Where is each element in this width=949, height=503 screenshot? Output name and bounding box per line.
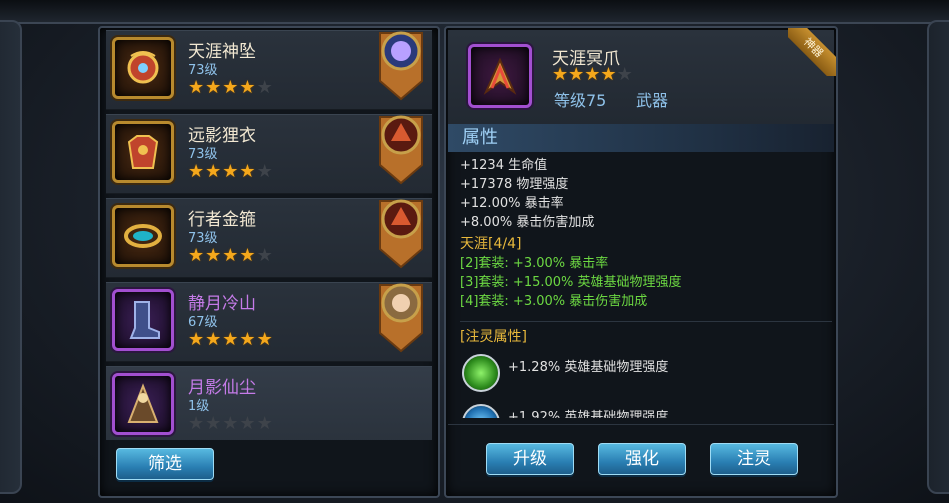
set-bonus-line: [4]套装: +3.00% 暴击伤害加成 (460, 294, 648, 309)
star-filled-icon: ★ (205, 77, 223, 98)
top-frame-edge (0, 0, 949, 24)
star-empty-icon: ★ (256, 77, 274, 98)
right-frame-bracket (927, 20, 949, 494)
attributes-section-title: 属性 (448, 124, 834, 152)
star-filled-icon: ★ (222, 245, 240, 266)
amulet-icon (112, 37, 174, 99)
equipment-list-item[interactable]: 静月冷山 67级 ★★★★★ (106, 282, 432, 362)
equipment-list-panel: 天涯神坠 73级 ★★★★★ 远影狸衣 73级 ★★★★★ 行者金箍 73级 ★… (98, 26, 440, 498)
item-star-rating: ★★★★★ (188, 329, 274, 350)
star-filled-icon: ★ (188, 161, 206, 182)
attribute-line: +12.00% 暴击率 (460, 196, 564, 211)
attributes-scroll-area[interactable]: +1234 生命值 +17378 物理强度 +12.00% 暴击率 +8.00% 暴击… (460, 156, 832, 418)
star-filled-icon: ★ (600, 64, 617, 85)
equipment-list-item[interactable]: 天涯神坠 73级 ★★★★★ (106, 30, 432, 110)
star-filled-icon: ★ (188, 329, 206, 350)
star-empty-icon: ★ (256, 161, 274, 182)
star-filled-icon: ★ (188, 245, 206, 266)
equipment-list-item[interactable]: 远影狸衣 73级 ★★★★★ (106, 114, 432, 194)
artifact-tag: 神器 (788, 28, 836, 76)
star-filled-icon: ★ (239, 161, 257, 182)
star-filled-icon: ★ (205, 161, 223, 182)
star-filled-icon: ★ (239, 245, 257, 266)
star-empty-icon: ★ (239, 413, 257, 434)
detail-header: 天涯冥爪 ★★★★★ 等级75 武器 神器 (448, 28, 836, 124)
star-empty-icon: ★ (188, 413, 206, 434)
star-filled-icon: ★ (239, 77, 257, 98)
set-bonus-line: [3]套装: +15.00% 英雄基础物理强度 (460, 275, 682, 290)
star-filled-icon: ★ (256, 329, 274, 350)
star-filled-icon: ★ (205, 245, 223, 266)
set-title: 天涯[4/4] (460, 236, 522, 252)
enhance-button[interactable]: 强化 (598, 443, 686, 475)
detail-star-rating: ★★★★★ (552, 64, 633, 85)
item-level: 67级 (188, 315, 218, 330)
star-filled-icon: ★ (584, 64, 601, 85)
detail-level: 等级75 (554, 91, 607, 110)
item-level: 73级 (188, 231, 218, 246)
star-empty-icon: ★ (205, 413, 223, 434)
hero-blonde-icon (379, 283, 423, 353)
hero-red-warrior-icon (379, 199, 423, 269)
star-filled-icon: ★ (239, 329, 257, 350)
item-star-rating: ★★★★★ (188, 413, 274, 434)
spirit-section-title: [注灵属性] (460, 321, 832, 348)
spirit-row: +1.28% 英雄基础物理强度 (460, 352, 832, 398)
hero-purple-spirit-icon (379, 31, 423, 101)
star-empty-icon: ★ (616, 64, 633, 85)
attribute-line: +8.00% 暴击伤害加成 (460, 215, 595, 230)
star-filled-icon: ★ (188, 77, 206, 98)
filter-button[interactable]: 筛选 (116, 448, 214, 480)
spirit-list: +1.28% 英雄基础物理强度 +1.92% 英雄基础物理强度 +0.50% 技… (460, 352, 832, 418)
attribute-line: +1234 生命值 (460, 158, 548, 173)
star-filled-icon: ★ (222, 77, 240, 98)
item-level: 1级 (188, 399, 210, 414)
upgrade-button[interactable]: 升级 (486, 443, 574, 475)
equipment-list[interactable]: 天涯神坠 73级 ★★★★★ 远影狸衣 73级 ★★★★★ 行者金箍 73级 ★… (106, 30, 432, 440)
ring-icon (112, 205, 174, 267)
star-filled-icon: ★ (568, 64, 585, 85)
spirit-orb-icon (462, 354, 500, 392)
spirit-orb-icon (462, 404, 500, 418)
action-bar: 升级 强化 注灵 (448, 424, 834, 495)
item-level: 73级 (188, 63, 218, 78)
claw-weapon-icon (468, 44, 532, 108)
infuse-button[interactable]: 注灵 (710, 443, 798, 475)
equipment-list-item[interactable]: 行者金箍 73级 ★★★★★ (106, 198, 432, 278)
star-filled-icon: ★ (205, 329, 223, 350)
star-filled-icon: ★ (222, 161, 240, 182)
hero-red-warrior-icon (379, 115, 423, 185)
boots-icon (112, 289, 174, 351)
star-empty-icon: ★ (222, 413, 240, 434)
detail-type: 武器 (636, 91, 669, 110)
star-filled-icon: ★ (552, 64, 569, 85)
attribute-list: +1234 生命值 +17378 物理强度 +12.00% 暴击率 +8.00% 暴击… (460, 156, 832, 232)
spirit-text: +1.28% 英雄基础物理强度 (508, 360, 669, 375)
cloak-icon (112, 373, 174, 435)
spirit-text: +1.92% 英雄基础物理强度 (508, 410, 669, 418)
equipment-detail-panel: 天涯冥爪 ★★★★★ 等级75 武器 神器 属性 +1234 生命值 +17378… (444, 26, 838, 498)
item-star-rating: ★★★★★ (188, 245, 274, 266)
armor-icon (112, 121, 174, 183)
left-frame-bracket (0, 20, 22, 494)
set-bonus-line: [2]套装: +3.00% 暴击率 (460, 256, 609, 271)
attribute-line: +17378 物理强度 (460, 177, 569, 192)
item-star-rating: ★★★★★ (188, 161, 274, 182)
item-star-rating: ★★★★★ (188, 77, 274, 98)
spirit-row: +1.92% 英雄基础物理强度 +0.50% 技能伤害加成 (460, 402, 832, 418)
star-filled-icon: ★ (222, 329, 240, 350)
item-level: 73级 (188, 147, 218, 162)
star-empty-icon: ★ (256, 413, 274, 434)
equipment-list-item[interactable]: 月影仙尘 1级 ★★★★★ (106, 366, 432, 440)
set-bonus-list: [2]套装: +3.00% 暴击率 [3]套装: +15.00% 英雄基础物理强度… (460, 254, 832, 311)
artifact-tag-label: 神器 (788, 28, 836, 76)
star-empty-icon: ★ (256, 245, 274, 266)
